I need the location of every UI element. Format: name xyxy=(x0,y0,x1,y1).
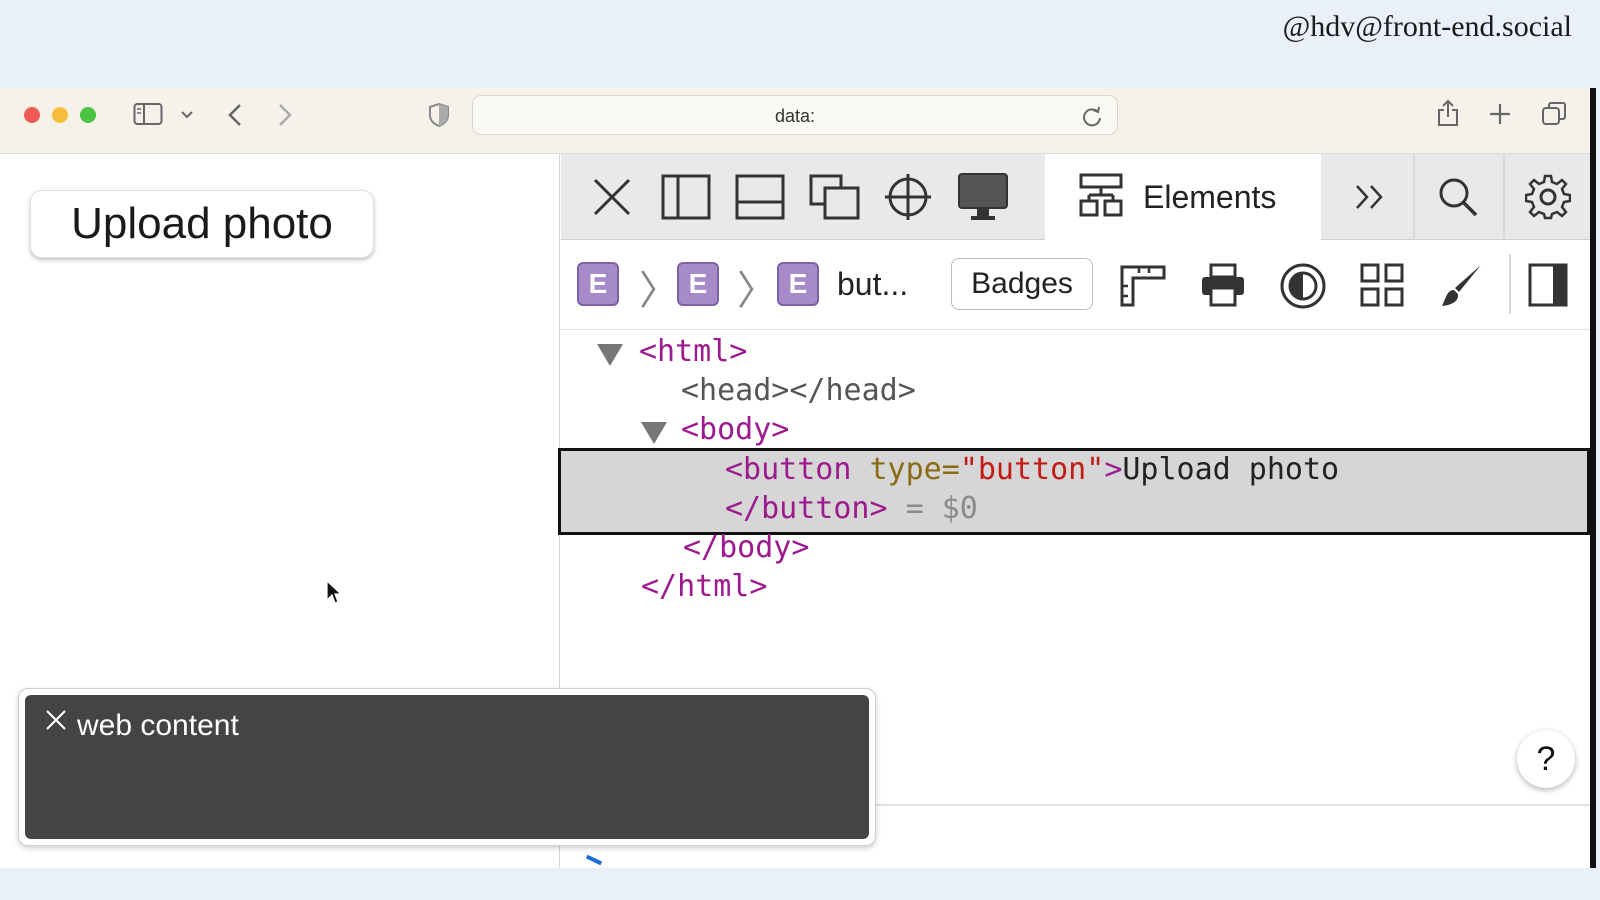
devtools-topbar: Elements xyxy=(561,154,1590,240)
toast-label: web content xyxy=(77,709,239,742)
crumb-button[interactable]: E xyxy=(777,262,819,306)
button-text-node: Upload photo xyxy=(1122,452,1340,487)
tree-body-open[interactable]: <body> xyxy=(681,410,789,450)
tree-head[interactable]: <head></head> xyxy=(681,371,916,411)
new-tab-icon[interactable] xyxy=(1488,102,1512,131)
sidebar-toggle-icon[interactable] xyxy=(1527,262,1569,313)
maximize-window-button[interactable] xyxy=(80,107,96,123)
dock-bottom-icon[interactable] xyxy=(735,174,785,225)
tabs-overview-icon[interactable] xyxy=(1540,100,1568,133)
tree-button-node[interactable]: <button type="button">Upload photo xyxy=(725,450,1339,490)
appearance-icon[interactable] xyxy=(1279,262,1327,315)
badges-button[interactable]: Badges xyxy=(951,258,1093,310)
url-text: data: xyxy=(774,106,816,126)
tree-button-close[interactable]: </button> = $0 xyxy=(725,489,978,529)
undock-icon[interactable] xyxy=(809,174,861,225)
reload-icon[interactable] xyxy=(1081,104,1103,133)
share-icon[interactable] xyxy=(1436,98,1460,133)
help-button[interactable]: ? xyxy=(1517,730,1575,788)
crumb-body[interactable]: E xyxy=(677,262,719,306)
button-attr-name: type= xyxy=(851,452,960,487)
button-close-tag: </button> xyxy=(725,491,888,526)
monitor-icon[interactable] xyxy=(957,172,1009,227)
button-attr-value: "button" xyxy=(959,452,1105,487)
close-icon[interactable] xyxy=(45,709,67,736)
console-ref: = $0 xyxy=(887,491,978,526)
mouse-cursor-icon xyxy=(326,579,343,611)
ruler-icon[interactable] xyxy=(1119,264,1167,313)
divider xyxy=(1413,154,1415,240)
minimize-window-button[interactable] xyxy=(52,107,68,123)
button-open-bracket: > xyxy=(1104,452,1123,487)
sidebar-icon[interactable] xyxy=(133,102,163,131)
crumb-separator-icon: 〉 xyxy=(639,268,679,314)
divider xyxy=(1509,254,1511,314)
crumb-button-label[interactable]: but... xyxy=(837,266,908,303)
tab-elements[interactable]: Elements xyxy=(1045,154,1321,240)
print-icon[interactable] xyxy=(1199,262,1247,313)
shield-icon[interactable] xyxy=(428,102,450,133)
window-edge xyxy=(1590,88,1596,868)
grid-icon[interactable] xyxy=(1359,262,1405,313)
crosshair-icon[interactable] xyxy=(883,172,933,227)
tree-html-open[interactable]: <html> xyxy=(639,332,747,372)
devtools-breadcrumb-bar: E 〉 E 〉 E but... Badges xyxy=(561,240,1590,330)
accessibility-toast: web content xyxy=(18,688,876,846)
tab-elements-label: Elements xyxy=(1143,178,1277,215)
divider xyxy=(1503,154,1505,240)
expand-body-icon[interactable] xyxy=(641,422,667,444)
elements-tab-icon xyxy=(1077,171,1125,224)
search-icon[interactable] xyxy=(1437,176,1479,223)
tree-html-close[interactable]: </html> xyxy=(641,567,767,607)
forward-icon[interactable] xyxy=(276,102,294,133)
gear-icon[interactable] xyxy=(1524,174,1572,225)
tree-body-close[interactable]: </body> xyxy=(683,528,809,568)
button-open-tag: <button xyxy=(725,452,852,487)
chevron-down-icon[interactable] xyxy=(180,108,194,126)
more-tabs-icon[interactable] xyxy=(1353,182,1389,217)
close-icon[interactable] xyxy=(591,176,633,223)
crumb-separator-icon: 〉 xyxy=(737,268,777,314)
expand-html-icon[interactable] xyxy=(597,344,623,366)
address-bar[interactable]: data: xyxy=(472,95,1118,135)
dock-left-icon[interactable] xyxy=(661,174,711,225)
social-handle: @hdv@front-end.social xyxy=(1282,10,1572,43)
close-window-button[interactable] xyxy=(24,107,40,123)
browser-toolbar: data: xyxy=(0,88,1590,154)
back-icon[interactable] xyxy=(226,102,244,133)
paintbrush-icon[interactable] xyxy=(1439,262,1485,315)
upload-photo-button[interactable]: Upload photo xyxy=(30,190,374,258)
toast-body: web content xyxy=(25,695,869,839)
crumb-html[interactable]: E xyxy=(577,262,619,306)
